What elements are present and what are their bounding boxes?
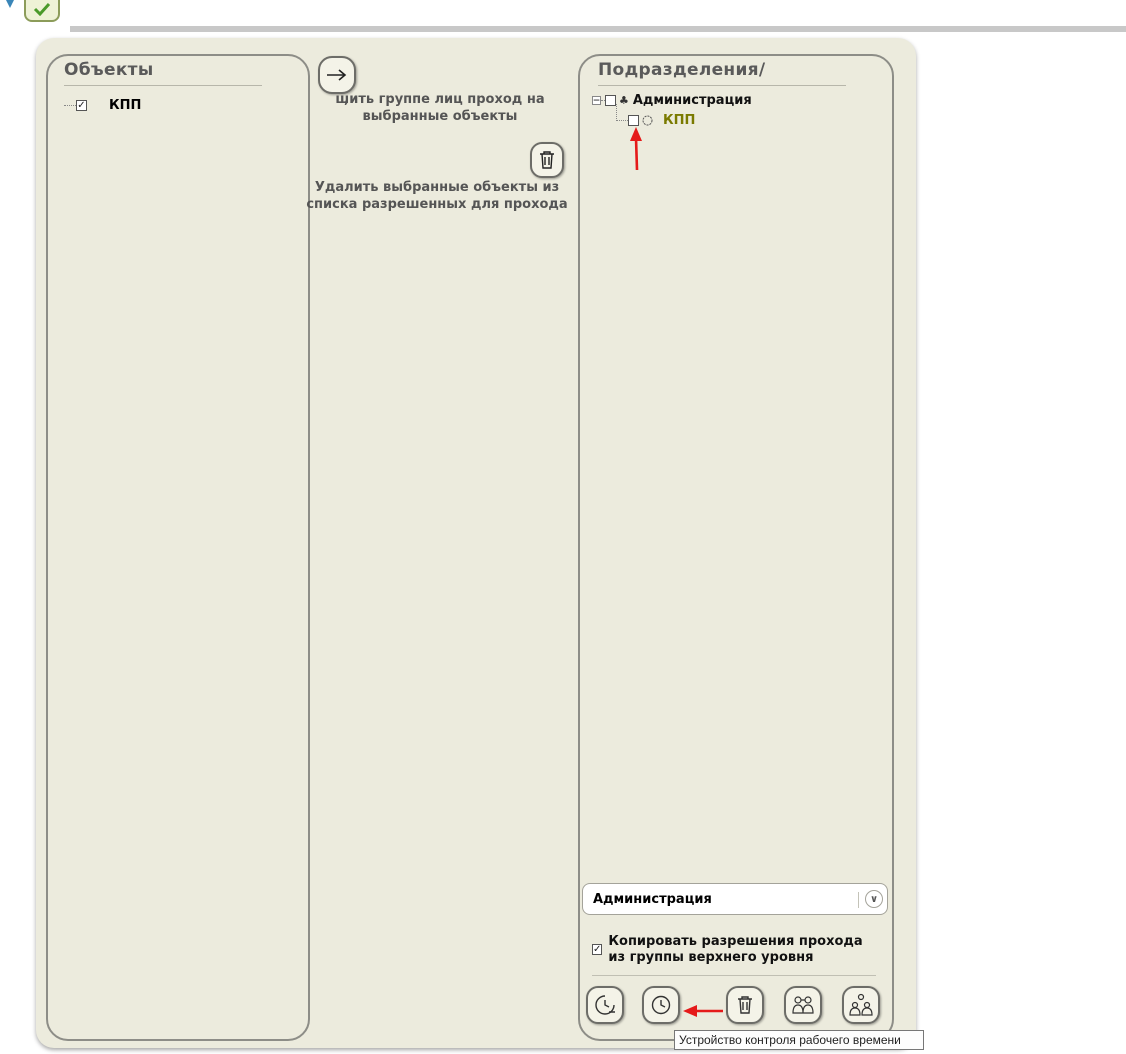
grant-access-button[interactable] [318, 56, 356, 94]
delete-button[interactable] [726, 986, 764, 1024]
tree-connector [64, 105, 76, 106]
clock-icon [651, 995, 671, 1015]
annotation-arrow-left [683, 1005, 723, 1017]
copy-permissions-row[interactable]: ✓ Копировать разрешения прохода из групп… [592, 934, 882, 966]
tree-collapse-icon[interactable]: − [592, 96, 601, 106]
tooltip: Устройство контроля рабочего времени [674, 1030, 924, 1050]
chevron-down-icon[interactable]: ∨ [865, 890, 883, 908]
time-control-device-button[interactable] [642, 986, 680, 1024]
trash-icon [738, 996, 752, 1014]
group-link-icon [792, 996, 814, 1014]
ok-button[interactable] [24, 0, 60, 22]
delete-objects-text: Удалить выбранные объекты из списка разр… [306, 180, 568, 212]
annotation-arrow-up [630, 127, 642, 171]
delete-objects-button[interactable] [530, 142, 564, 178]
copy-permissions-checkbox[interactable]: ✓ [592, 944, 603, 955]
trash-icon [540, 151, 554, 169]
departments-panel-title: Подразделения/ [598, 60, 846, 86]
group-hierarchy-icon [849, 993, 873, 1016]
link-group-button[interactable] [784, 986, 822, 1024]
toolbar-divider [592, 975, 876, 976]
checkmark-icon [33, 2, 51, 16]
corner-marker-icon [6, 0, 14, 8]
department-select[interactable]: Администрация ∨ [582, 883, 888, 915]
tree-node-checkbox[interactable] [605, 95, 616, 106]
top-separator [70, 26, 1126, 32]
clock-icon [642, 115, 653, 126]
tree-connector [616, 120, 628, 121]
group-hierarchy-button[interactable] [842, 986, 880, 1024]
clock-minus-icon [595, 995, 615, 1015]
objects-panel: Объекты ✓ КПП [46, 54, 310, 1041]
group-icon: ♣ [619, 94, 629, 107]
arrow-right-icon [327, 69, 347, 81]
tree-item-checkbox[interactable]: ✓ [76, 100, 87, 111]
tree-node-label: КПП [663, 113, 696, 128]
copy-permissions-label: Копировать разрешения прохода из группы … [608, 934, 863, 965]
department-select-value: Администрация [593, 891, 712, 907]
remove-time-device-button[interactable] [586, 986, 624, 1024]
tree-item-label: КПП [109, 98, 142, 113]
tree-item-kpp[interactable]: ✓ КПП [64, 98, 141, 113]
tree-node-label: Администрация [632, 93, 752, 108]
tree-node-checkbox[interactable] [628, 115, 639, 126]
top-bar [0, 0, 1126, 34]
grant-access-text: шить группе лиц проход на выбранные объе… [335, 92, 545, 124]
combo-separator [858, 892, 859, 908]
objects-panel-title: Объекты [64, 60, 262, 86]
